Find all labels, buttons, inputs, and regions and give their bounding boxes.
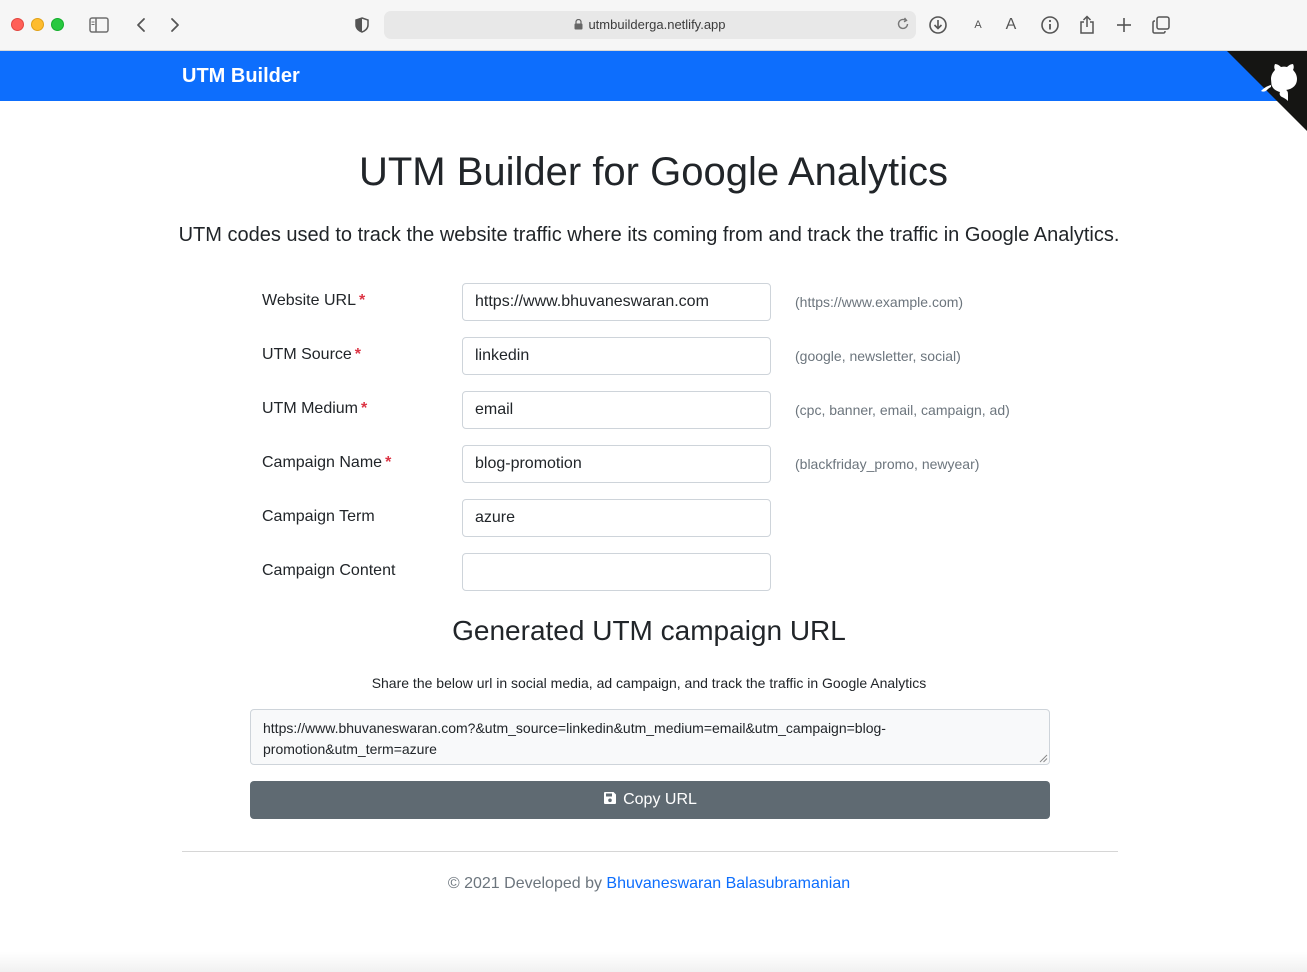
- lock-icon: [574, 18, 583, 33]
- page-lead: UTM codes used to track the website traf…: [178, 224, 1120, 246]
- new-tab-icon[interactable]: [1111, 12, 1137, 38]
- campaign-name-label: Campaign Name *: [262, 454, 392, 471]
- page-title: UTM Builder for Google Analytics: [358, 150, 949, 194]
- footer: © 2021 Developed by Bhuvaneswaran Balasu…: [0, 875, 1298, 893]
- website-url-hint: (https://www.example.com): [795, 294, 964, 310]
- browser-toolbar: utmbuilderga.netlify.app A A: [0, 0, 1307, 51]
- utm-medium-input[interactable]: [462, 391, 771, 429]
- copy-url-button[interactable]: Copy URL: [250, 781, 1050, 819]
- campaign-name-hint: (blackfriday_promo, newyear): [795, 456, 980, 472]
- utm-medium-label: UTM Medium *: [262, 400, 368, 417]
- minimize-window-button[interactable]: [31, 18, 44, 31]
- font-larger-icon[interactable]: A: [998, 12, 1024, 38]
- utm-medium-hint: (cpc, banner, email, campaign, ad): [795, 402, 1010, 418]
- close-window-button[interactable]: [11, 18, 24, 31]
- share-icon[interactable]: [1074, 12, 1100, 38]
- navbar: UTM Builder: [0, 51, 1307, 101]
- campaign-term-label: Campaign Term: [262, 508, 375, 525]
- shield-icon[interactable]: [349, 12, 375, 38]
- utm-source-label: UTM Source *: [262, 346, 362, 363]
- address-url: utmbuilderga.netlify.app: [588, 17, 726, 32]
- info-icon[interactable]: [1037, 12, 1063, 38]
- campaign-term-input[interactable]: [462, 499, 771, 537]
- address-bar[interactable]: utmbuilderga.netlify.app: [384, 11, 916, 39]
- campaign-content-input[interactable]: [462, 553, 771, 591]
- font-smaller-icon[interactable]: A: [965, 12, 991, 38]
- required-marker: *: [354, 346, 362, 363]
- required-marker: *: [385, 454, 392, 471]
- author-link[interactable]: Bhuvaneswaran Balasubramanian: [606, 875, 850, 892]
- required-marker: *: [361, 400, 368, 417]
- utm-source-row: UTM Source* (google, newsletter, social): [0, 337, 1307, 375]
- download-icon[interactable]: [925, 12, 951, 38]
- website-url-input[interactable]: [462, 283, 771, 321]
- navbar-brand[interactable]: UTM Builder: [182, 65, 300, 88]
- reload-icon[interactable]: [896, 17, 910, 36]
- utm-source-input[interactable]: [462, 337, 771, 375]
- website-url-row: Website URL* (https://www.example.com): [0, 283, 1307, 321]
- campaign-content-row: Campaign Content: [0, 553, 1307, 591]
- tab-overview-icon[interactable]: [1148, 12, 1174, 38]
- back-icon[interactable]: [128, 12, 154, 38]
- generated-url-heading: Generated UTM campaign URL: [452, 615, 846, 646]
- save-icon: [603, 791, 617, 810]
- required-marker: *: [358, 292, 366, 309]
- utm-source-hint: (google, newsletter, social): [795, 348, 961, 364]
- forward-icon[interactable]: [162, 12, 188, 38]
- resize-handle-icon[interactable]: [1039, 754, 1048, 763]
- share-instructions: Share the below url in social media, ad …: [371, 675, 927, 691]
- campaign-name-row: Campaign Name* (blackfriday_promo, newye…: [0, 445, 1307, 483]
- sidebar-icon[interactable]: [86, 12, 112, 38]
- copy-url-label: Copy URL: [623, 791, 697, 808]
- website-url-label: Website URL *: [262, 292, 366, 309]
- utm-medium-row: UTM Medium* (cpc, banner, email, campaig…: [0, 391, 1307, 429]
- github-corner[interactable]: [1227, 51, 1307, 131]
- generated-url-textarea[interactable]: https://www.bhuvaneswaran.com?&utm_sourc…: [250, 709, 1050, 765]
- bottom-edge: [0, 952, 1307, 972]
- footer-credit: © 2021 Developed by: [447, 875, 607, 892]
- footer-divider: [182, 851, 1118, 852]
- campaign-content-label: Campaign Content: [262, 562, 396, 579]
- zoom-window-button[interactable]: [51, 18, 64, 31]
- campaign-name-input[interactable]: [462, 445, 771, 483]
- campaign-term-row: Campaign Term: [0, 499, 1307, 537]
